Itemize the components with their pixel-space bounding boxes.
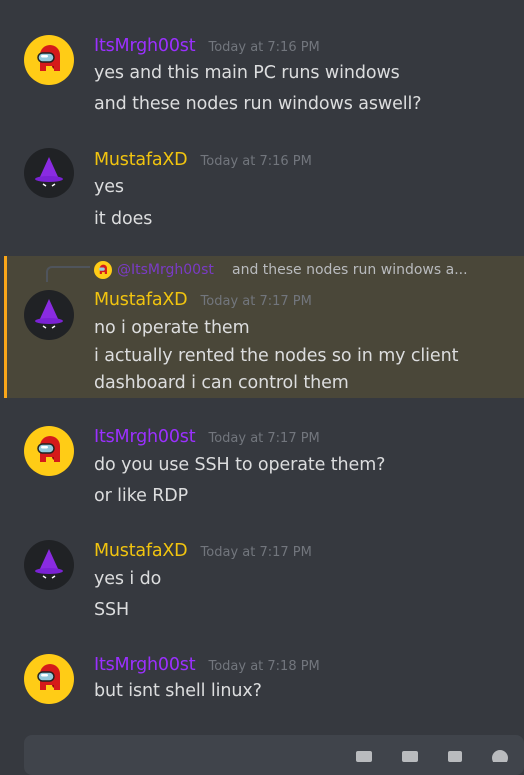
message-header: MustafaXD Today at 7:16 PM <box>94 150 312 170</box>
reply-preview[interactable]: and these nodes run windows a... <box>232 262 468 278</box>
message-text: it does <box>94 209 153 229</box>
message-text: yes and this main PC runs windows <box>94 63 400 83</box>
emoji-icon[interactable] <box>490 747 510 766</box>
timestamp[interactable]: Today at 7:16 PM <box>201 154 312 169</box>
among-us-avatar-icon[interactable] <box>24 35 74 85</box>
message-text: yes i do <box>94 569 162 589</box>
wizard-avatar-icon[interactable] <box>24 540 74 590</box>
reply-author[interactable]: @ItsMrgh00st <box>117 262 214 278</box>
sticker-icon[interactable] <box>446 747 466 762</box>
timestamp[interactable]: Today at 7:17 PM <box>201 294 312 309</box>
wizard-avatar-icon[interactable] <box>24 148 74 198</box>
username[interactable]: ItsMrgh00st <box>94 36 196 56</box>
timestamp[interactable]: Today at 7:16 PM <box>208 40 319 55</box>
message-text: i actually rented the nodes so in my cli… <box>94 346 459 366</box>
wizard-avatar-icon[interactable] <box>24 290 74 340</box>
username[interactable]: MustafaXD <box>94 150 188 170</box>
username[interactable]: ItsMrgh00st <box>94 655 196 675</box>
username[interactable]: MustafaXD <box>94 541 188 561</box>
message-text: no i operate them <box>94 318 250 338</box>
username[interactable]: ItsMrgh00st <box>94 427 196 447</box>
among-us-avatar-icon[interactable] <box>24 426 74 476</box>
message-text: dashboard i can control them <box>94 373 349 393</box>
timestamp[interactable]: Today at 7:17 PM <box>208 431 319 446</box>
message-text: or like RDP <box>94 486 189 506</box>
message-text: yes <box>94 177 124 197</box>
gift-icon[interactable] <box>354 747 374 762</box>
timestamp[interactable]: Today at 7:17 PM <box>201 545 312 560</box>
among-us-avatar-icon[interactable] <box>24 654 74 704</box>
message-text: and these nodes run windows aswell? <box>94 94 422 114</box>
message-header: MustafaXD Today at 7:17 PM <box>94 541 312 561</box>
message-text: do you use SSH to operate them? <box>94 455 386 475</box>
message-header: ItsMrgh00st Today at 7:16 PM <box>94 36 320 56</box>
timestamp[interactable]: Today at 7:18 PM <box>208 659 319 674</box>
reply-spine <box>46 266 90 282</box>
message-header: ItsMrgh00st Today at 7:17 PM <box>94 427 320 447</box>
reply-avatar-icon[interactable] <box>94 261 112 279</box>
message-text: but isnt shell linux? <box>94 681 262 701</box>
message-header: ItsMrgh00st Today at 7:18 PM <box>94 655 320 675</box>
gif-icon[interactable] <box>400 747 420 762</box>
username[interactable]: MustafaXD <box>94 290 188 310</box>
message-header: MustafaXD Today at 7:17 PM <box>94 290 312 310</box>
message-composer[interactable] <box>24 735 524 775</box>
message-text: SSH <box>94 600 130 620</box>
